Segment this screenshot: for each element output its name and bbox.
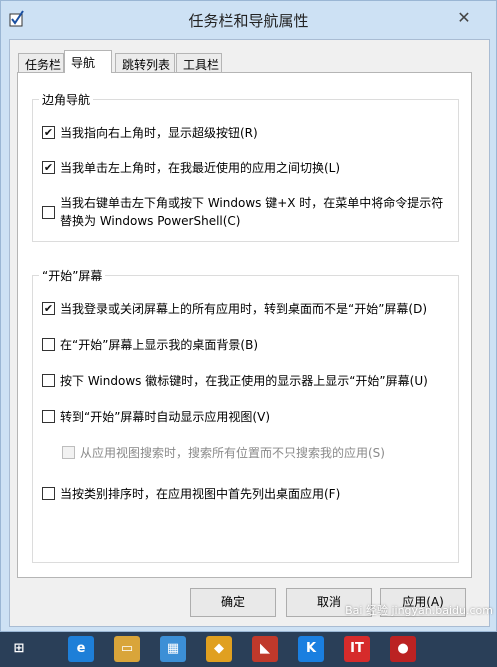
desktop-background-checkbox[interactable] <box>42 338 55 351</box>
ithome-icon[interactable]: IT <box>344 636 370 662</box>
tiles-app-icon[interactable]: ▦ <box>160 636 186 662</box>
title-bar[interactable]: 任务栏和导航属性 ✕ <box>1 1 496 39</box>
desktop-apps-first-label: 当按类别排序时，在应用视图中首先列出桌面应用(F) <box>60 487 341 501</box>
option-switch-recent-apps[interactable]: ✔ 当我单击左上角时，在我最近使用的应用之间切换(L) <box>42 159 447 177</box>
powershell-checkbox[interactable] <box>42 206 55 219</box>
option-start-on-current-display[interactable]: 按下 Windows 徽标键时，在我正使用的显示器上显示“开始”屏幕(U) <box>42 372 447 390</box>
taskbar: ⊞ e ▭ ▦ ◆ ◣ K IT ● <box>0 632 497 667</box>
search-everywhere-label: 从应用视图搜索时，搜索所有位置而不只搜索我的应用(S) <box>80 446 385 460</box>
internet-explorer-icon[interactable]: e <box>68 636 94 662</box>
start-screen-title: “开始”屏幕 <box>39 267 106 284</box>
go-to-desktop-label: 当我登录或关闭屏幕上的所有应用时，转到桌面而不是“开始”屏幕(D) <box>60 302 428 316</box>
file-explorer-icon[interactable]: ▭ <box>114 636 140 662</box>
corner-navigation-title: 边角导航 <box>39 91 94 108</box>
red-app-icon[interactable]: ◣ <box>252 636 278 662</box>
option-show-charms[interactable]: ✔ 当我指向右上角时，显示超级按钮(R) <box>42 124 447 142</box>
navigation-tab-panel: 边角导航 ✔ 当我指向右上角时，显示超级按钮(R) ✔ 当我单击左上角时，在我最… <box>17 72 472 578</box>
switch-recent-apps-checkbox[interactable]: ✔ <box>42 161 55 174</box>
powershell-label: 当我右键单击左下角或按下 Windows 键+X 时，在菜单中将命令提示符替换为… <box>60 196 444 228</box>
option-desktop-background[interactable]: 在“开始”屏幕上显示我的桌面背景(B) <box>42 336 447 354</box>
tab-taskbar[interactable]: 任务栏 <box>18 53 64 72</box>
option-go-to-desktop[interactable]: ✔ 当我登录或关闭屏幕上的所有应用时，转到桌面而不是“开始”屏幕(D) <box>42 300 447 318</box>
option-search-everywhere: 从应用视图搜索时，搜索所有位置而不只搜索我的应用(S) <box>62 444 447 462</box>
dialog-client-area: 任务栏 导航 跳转列表 工具栏 边角导航 ✔ 当我指向右上角时，显示超级按钮(R… <box>9 39 490 627</box>
corner-navigation-group: 边角导航 ✔ 当我指向右上角时，显示超级按钮(R) ✔ 当我单击左上角时，在我最… <box>32 91 459 242</box>
properties-window: 任务栏和导航属性 ✕ 任务栏 导航 跳转列表 工具栏 边角导航 ✔ 当我指向右上… <box>0 0 497 632</box>
tab-navigation[interactable]: 导航 <box>64 50 112 73</box>
option-desktop-apps-first[interactable]: 当按类别排序时，在应用视图中首先列出桌面应用(F) <box>42 485 447 503</box>
go-to-desktop-checkbox[interactable]: ✔ <box>42 302 55 315</box>
security-shield-icon[interactable]: ◆ <box>206 636 232 662</box>
show-charms-label: 当我指向右上角时，显示超级按钮(R) <box>60 126 258 140</box>
ok-button[interactable]: 确定 <box>190 588 276 617</box>
close-button[interactable]: ✕ <box>442 7 486 29</box>
start-screen-group: “开始”屏幕 ✔ 当我登录或关闭屏幕上的所有应用时，转到桌面而不是“开始”屏幕(… <box>32 267 459 563</box>
option-powershell[interactable]: 当我右键单击左下角或按下 Windows 键+X 时，在菜单中将命令提示符替换为… <box>42 194 447 230</box>
switch-recent-apps-label: 当我单击左上角时，在我最近使用的应用之间切换(L) <box>60 161 341 175</box>
record-app-icon[interactable]: ● <box>390 636 416 662</box>
windows-start-icon[interactable]: ⊞ <box>6 636 32 662</box>
search-everywhere-checkbox <box>62 446 75 459</box>
baidu-watermark: Bai 经验 jingyan.baidu.com <box>345 604 493 617</box>
tab-toolbars[interactable]: 工具栏 <box>176 53 222 72</box>
window-title: 任务栏和导航属性 <box>188 12 309 30</box>
show-charms-checkbox[interactable]: ✔ <box>42 126 55 139</box>
start-on-current-display-checkbox[interactable] <box>42 374 55 387</box>
tab-jump-lists[interactable]: 跳转列表 <box>115 53 175 72</box>
show-apps-view-label: 转到“开始”屏幕时自动显示应用视图(V) <box>60 410 271 424</box>
start-on-current-display-label: 按下 Windows 徽标键时，在我正使用的显示器上显示“开始”屏幕(U) <box>60 374 428 388</box>
desktop-apps-first-checkbox[interactable] <box>42 487 55 500</box>
kugou-music-icon[interactable]: K <box>298 636 324 662</box>
option-show-apps-view[interactable]: 转到“开始”屏幕时自动显示应用视图(V) <box>42 408 447 426</box>
show-apps-view-checkbox[interactable] <box>42 410 55 423</box>
desktop-background-label: 在“开始”屏幕上显示我的桌面背景(B) <box>60 338 259 352</box>
